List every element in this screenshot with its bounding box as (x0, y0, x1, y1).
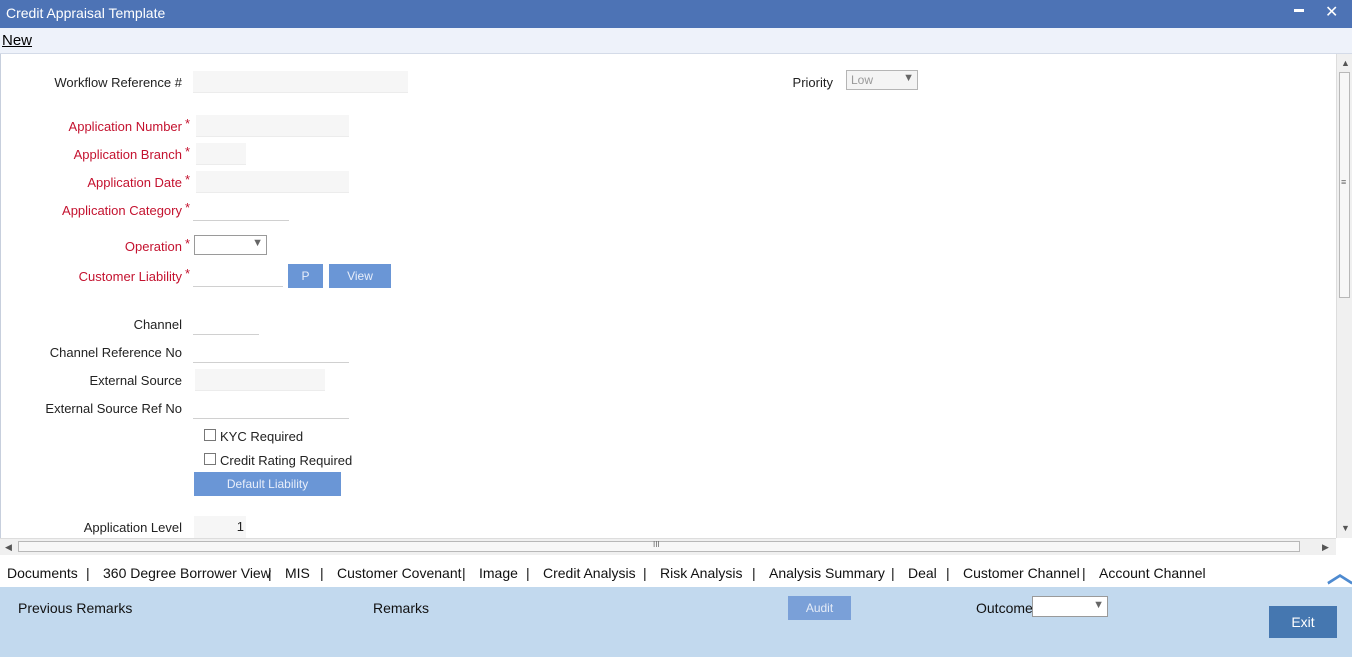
priority-value: Low (851, 73, 874, 87)
form-area: Workflow Reference # Priority Low ▼ Appl… (0, 54, 1337, 538)
external-source-ref-label: External Source Ref No (45, 401, 182, 416)
chevron-down-icon: ▼ (1093, 599, 1104, 611)
vertical-scroll-thumb[interactable]: ≡ (1339, 72, 1350, 298)
close-icon[interactable]: ✕ (1325, 2, 1338, 22)
tab-customer-channel[interactable]: Customer Channel (963, 565, 1080, 581)
outcome-label: Outcome (976, 600, 1033, 616)
required-mark: * (185, 116, 191, 131)
application-date-input[interactable] (196, 171, 349, 193)
chevron-down-icon: ▼ (903, 72, 914, 84)
priority-select[interactable]: Low ▼ (846, 70, 918, 90)
horizontal-scrollbar[interactable]: ◀ III ▶ (0, 538, 1336, 555)
tab-separator: | (752, 565, 756, 581)
application-branch-input[interactable] (196, 143, 246, 165)
tab-strip: Documents | 360 Degree Borrower View | M… (0, 553, 1352, 590)
scroll-down-icon[interactable]: ▼ (1341, 523, 1350, 533)
workflow-ref-label: Workflow Reference # (54, 75, 182, 90)
application-number-input[interactable] (196, 115, 349, 137)
tab-credit-analysis[interactable]: Credit Analysis (543, 565, 636, 581)
audit-button[interactable]: Audit (788, 596, 851, 620)
channel-ref-input[interactable] (193, 341, 349, 363)
scroll-left-icon[interactable]: ◀ (5, 542, 12, 553)
new-link[interactable]: New (2, 32, 32, 49)
workflow-ref-input[interactable] (193, 71, 408, 93)
window-title: Credit Appraisal Template (6, 5, 166, 21)
chevron-down-icon: ▼ (252, 237, 263, 249)
scroll-right-icon[interactable]: ▶ (1322, 542, 1329, 553)
minimize-icon[interactable]: ▬ (1294, 4, 1304, 15)
application-branch-label: Application Branch (73, 147, 182, 162)
tab-separator: | (526, 565, 530, 581)
kyc-checkbox[interactable] (204, 429, 216, 441)
menu-bar: New (0, 28, 1352, 54)
application-level-label: Application Level (83, 520, 182, 535)
grip-icon: ≡ (1341, 177, 1347, 187)
tab-separator: | (86, 565, 90, 581)
application-category-input[interactable] (193, 199, 289, 221)
kyc-label: KYC Required (220, 429, 304, 444)
tab-separator: | (891, 565, 895, 581)
channel-input[interactable] (193, 313, 259, 335)
priority-label: Priority (792, 75, 833, 90)
tab-separator: | (268, 565, 272, 581)
external-source-input[interactable] (195, 369, 325, 391)
tab-analysis-summary[interactable]: Analysis Summary (769, 565, 885, 581)
customer-liability-input[interactable] (193, 265, 283, 287)
view-button[interactable]: View (329, 264, 391, 288)
tab-separator: | (1082, 565, 1086, 581)
operation-label: Operation (124, 239, 182, 254)
footer-panel: Previous Remarks Remarks Audit Outcome ▼… (0, 587, 1352, 657)
default-liability-button[interactable]: Default Liability (194, 472, 341, 496)
outcome-select[interactable]: ▼ (1032, 596, 1108, 617)
tab-mis[interactable]: MIS (285, 565, 310, 581)
tab-deal[interactable]: Deal (908, 565, 937, 581)
required-mark: * (185, 200, 191, 215)
customer-liability-label: Customer Liability (78, 269, 182, 284)
grip-icon: III (653, 540, 660, 549)
p-button[interactable]: P (288, 264, 323, 288)
tab-separator: | (320, 565, 324, 581)
tab-360-degree-borrower-view[interactable]: 360 Degree Borrower View (103, 565, 271, 581)
required-mark: * (185, 236, 191, 251)
application-category-label: Application Category (62, 203, 182, 218)
channel-ref-label: Channel Reference No (49, 345, 182, 360)
application-date-label: Application Date (87, 175, 182, 190)
tab-documents[interactable]: Documents (7, 565, 78, 581)
scroll-up-icon[interactable]: ▲ (1341, 58, 1350, 68)
tab-risk-analysis[interactable]: Risk Analysis (660, 565, 742, 581)
credit-rating-checkbox[interactable] (204, 453, 216, 465)
required-mark: * (185, 172, 191, 187)
required-mark: * (185, 266, 191, 281)
horizontal-scroll-thumb[interactable]: III (18, 540, 1300, 552)
application-number-label: Application Number (68, 119, 182, 134)
vertical-scrollbar[interactable]: ▲ ≡ ▼ (1336, 54, 1352, 538)
credit-rating-label: Credit Rating Required (220, 453, 353, 468)
channel-label: Channel (133, 317, 182, 332)
tab-image[interactable]: Image (479, 565, 518, 581)
tab-separator: | (643, 565, 647, 581)
tab-customer-covenant[interactable]: Customer Covenant (337, 565, 462, 581)
required-mark: * (185, 144, 191, 159)
tab-separator: | (462, 565, 466, 581)
previous-remarks-link[interactable]: Previous Remarks (18, 600, 132, 616)
exit-button[interactable]: Exit (1269, 606, 1337, 638)
operation-select[interactable]: ▼ (194, 235, 267, 255)
collapse-icon[interactable]: ︿ (1327, 553, 1352, 590)
external-source-label: External Source (89, 373, 183, 388)
title-bar: Credit Appraisal Template ▬ ✕ (0, 0, 1352, 28)
tab-account-channel[interactable]: Account Channel (1099, 565, 1206, 581)
tab-separator: | (946, 565, 950, 581)
external-source-ref-input[interactable] (193, 397, 349, 419)
application-level-value: 1 (194, 516, 246, 538)
remarks-link[interactable]: Remarks (373, 600, 429, 616)
